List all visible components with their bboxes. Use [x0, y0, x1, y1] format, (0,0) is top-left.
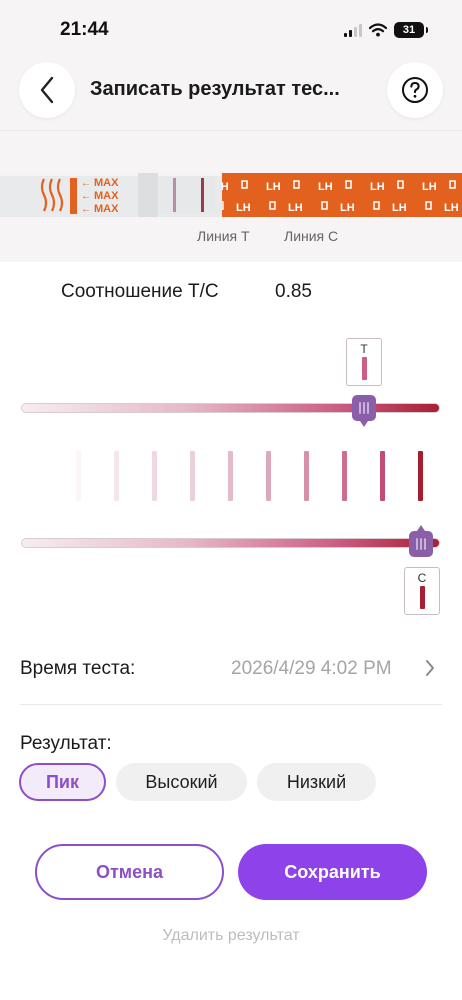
- help-button[interactable]: [387, 62, 443, 118]
- scale-bar: [114, 451, 119, 501]
- t-marker-color: [362, 357, 367, 380]
- signal-icon: [344, 23, 362, 37]
- scale-bar: [152, 451, 157, 501]
- scale-bar: [266, 451, 271, 501]
- c-slider-handle[interactable]: [409, 525, 433, 557]
- chevron-right-icon[interactable]: [424, 659, 436, 677]
- scale-bar: [418, 451, 423, 501]
- wifi-icon: [369, 23, 387, 37]
- delete-result-link[interactable]: Удалить результат: [0, 927, 462, 945]
- result-label: Результат:: [20, 733, 112, 754]
- line-t-label: Линия T: [197, 228, 250, 244]
- battery-icon: 31: [394, 22, 428, 38]
- t-slider-handle[interactable]: [352, 395, 376, 427]
- status-time: 21:44: [60, 19, 109, 40]
- test-time-value[interactable]: 2026/4/29 4:02 PM: [231, 658, 392, 680]
- header-divider: [0, 130, 462, 131]
- svg-text:←: ←: [81, 191, 91, 202]
- color-scale: [0, 451, 462, 501]
- cancel-button[interactable]: Отмена: [35, 844, 224, 900]
- status-icons: 31: [344, 22, 428, 38]
- section-divider: [20, 704, 442, 705]
- test-strip-image: LH LH ← MAX ← MAX ← MAX: [0, 173, 462, 217]
- scale-bar: [380, 451, 385, 501]
- svg-text:MAX: MAX: [94, 177, 119, 189]
- scale-bar: [228, 451, 233, 501]
- chevron-left-icon: [40, 76, 54, 104]
- t-marker-label: T: [360, 342, 368, 356]
- svg-text:←: ←: [81, 204, 91, 215]
- battery-level: 31: [402, 24, 416, 36]
- c-line-marker: C: [404, 567, 440, 615]
- svg-text:←: ←: [81, 178, 91, 189]
- save-button[interactable]: Сохранить: [238, 844, 427, 900]
- scale-bar: [304, 451, 309, 501]
- svg-text:MAX: MAX: [94, 203, 119, 215]
- t-line-slider[interactable]: [21, 403, 440, 413]
- scale-bar: [76, 451, 81, 501]
- ratio-value: 0.85: [275, 281, 312, 302]
- result-option-high[interactable]: Высокий: [116, 763, 247, 801]
- c-marker-color: [420, 586, 425, 609]
- scale-bar: [342, 451, 347, 501]
- c-line-slider[interactable]: [21, 538, 440, 548]
- ratio-label: Соотношение Т/С: [61, 281, 219, 302]
- question-circle-icon: [402, 77, 428, 103]
- test-time-label: Время теста:: [20, 658, 136, 679]
- t-line-marker: T: [346, 338, 382, 386]
- scale-bar: [190, 451, 195, 501]
- c-marker-label: C: [417, 571, 427, 585]
- result-option-low[interactable]: Низкий: [257, 763, 376, 801]
- back-button[interactable]: [19, 62, 75, 118]
- line-c-label: Линия C: [284, 228, 339, 244]
- svg-text:MAX: MAX: [94, 190, 119, 202]
- result-option-peak[interactable]: Пик: [19, 763, 106, 801]
- page-title: Записать результат тес...: [90, 78, 340, 100]
